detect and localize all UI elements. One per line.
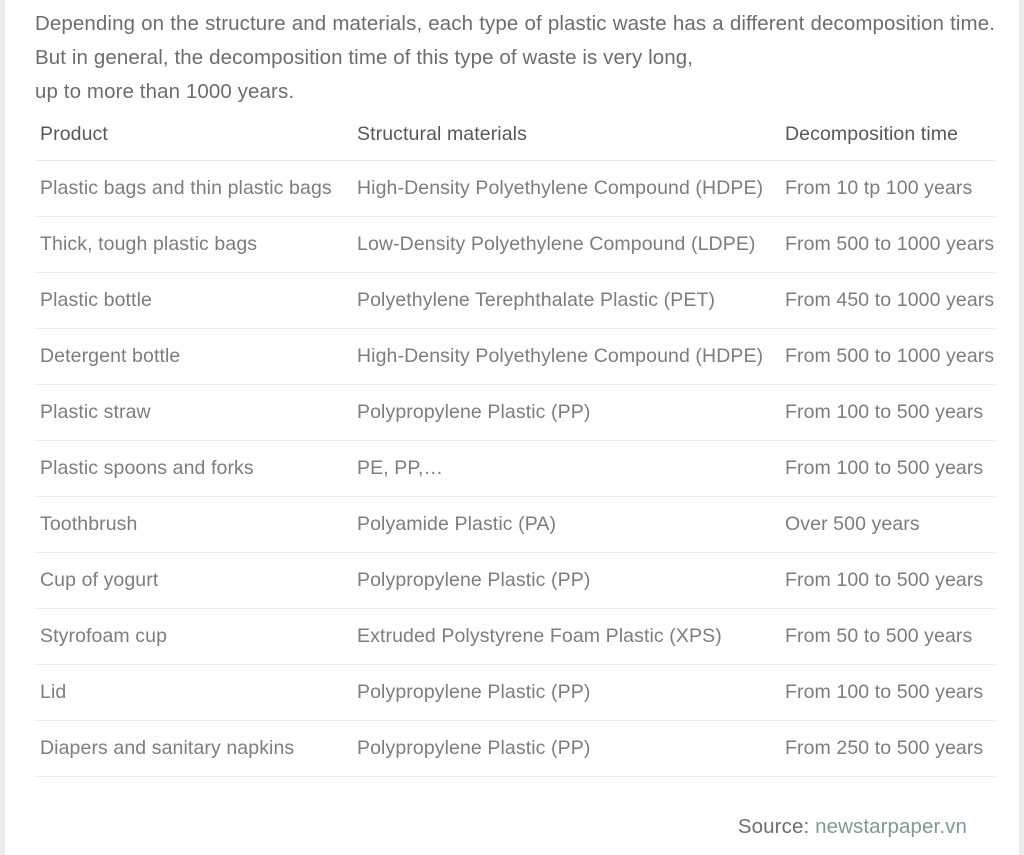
- cell-product: Plastic bags and thin plastic bags: [35, 160, 352, 217]
- cell-decomposition-time: From 500 to 1000 years: [780, 328, 995, 385]
- cell-decomposition-time: From 100 to 500 years: [780, 664, 995, 721]
- cell-product: Thick, tough plastic bags: [35, 216, 352, 273]
- decomposition-table: Product Structural materials Decompositi…: [35, 123, 995, 777]
- column-header-time: Decomposition time: [780, 123, 995, 161]
- table-row: Thick, tough plastic bags Low-Density Pol…: [35, 216, 995, 273]
- article-content: Depending on the structure and materials…: [35, 0, 995, 839]
- cell-decomposition-time: From 450 to 1000 years: [780, 272, 995, 329]
- cell-product: Toothbrush: [35, 496, 352, 553]
- table-head: Product Structural materials Decompositi…: [35, 123, 995, 161]
- table-row: Diapers and sanitary napkins Polypropylen…: [35, 720, 995, 777]
- cell-materials: Polypropylene Plastic (PP): [352, 552, 780, 609]
- table-row: Detergent bottle High-Density Polyethylen…: [35, 328, 995, 385]
- cell-materials: Polypropylene Plastic (PP): [352, 384, 780, 441]
- cell-decomposition-time: From 50 to 500 years: [780, 608, 995, 665]
- source-line: Source: newstarpaper.vn: [35, 777, 995, 839]
- table-row: Lid Polypropylene Plastic (PP) From 100 to…: [35, 664, 995, 721]
- column-header-materials: Structural materials: [352, 123, 780, 161]
- cell-product: Plastic straw: [35, 384, 352, 441]
- cell-decomposition-time: From 10 tp 100 years: [780, 160, 995, 217]
- cell-product: Cup of yogurt: [35, 552, 352, 609]
- cell-materials: PE, PP,…: [352, 440, 780, 497]
- table-row: Plastic bags and thin plastic bags High-D…: [35, 160, 995, 217]
- table-row: Plastic spoons and forks PE, PP,… From 100…: [35, 440, 995, 497]
- cell-decomposition-time: From 100 to 500 years: [780, 552, 995, 609]
- cell-materials: High-Density Polyethylene Compound (HDPE…: [352, 328, 780, 385]
- cell-product: Lid: [35, 664, 352, 721]
- cell-product: Diapers and sanitary napkins: [35, 720, 352, 777]
- cell-materials: Extruded Polystyrene Foam Plastic (XPS): [352, 608, 780, 665]
- intro-text: Depending on the structure and materials…: [35, 12, 995, 69]
- source-label: Source:: [737, 815, 810, 838]
- cell-decomposition-time: From 100 to 500 years: [780, 384, 995, 441]
- table-body: Plastic bags and thin plastic bags High-D…: [35, 160, 995, 777]
- cell-product: Detergent bottle: [35, 328, 352, 385]
- source-link[interactable]: newstarpaper.vn: [815, 815, 967, 838]
- cell-product: Styrofoam cup: [35, 608, 352, 665]
- cell-decomposition-time: Over 500 years: [780, 496, 995, 553]
- table-row: Styrofoam cup Extruded Polystyrene Foam P…: [35, 608, 995, 665]
- cell-product: Plastic bottle: [35, 272, 352, 329]
- table-row: Cup of yogurt Polypropylene Plastic (PP) F…: [35, 552, 995, 609]
- column-header-product: Product: [35, 123, 352, 161]
- cell-materials: Polypropylene Plastic (PP): [352, 720, 780, 777]
- table-row: Plastic bottle Polyethylene Terephthalate…: [35, 272, 995, 329]
- cell-decomposition-time: From 250 to 500 years: [780, 720, 995, 777]
- table-row: Plastic straw Polypropylene Plastic (PP) F…: [35, 384, 995, 441]
- cell-decomposition-time: From 500 to 1000 years: [780, 216, 995, 273]
- cell-product: Plastic spoons and forks: [35, 440, 352, 497]
- cell-materials: Low-Density Polyethylene Compound (LDPE): [352, 216, 780, 273]
- article-card: Depending on the structure and materials…: [5, 0, 1019, 855]
- cell-materials: High-Density Polyethylene Compound (HDPE…: [352, 160, 780, 217]
- cell-decomposition-time: From 100 to 500 years: [780, 440, 995, 497]
- cell-materials: Polyamide Plastic (PA): [352, 496, 780, 553]
- cell-materials: Polypropylene Plastic (PP): [352, 664, 780, 721]
- table-header-row: Product Structural materials Decompositi…: [35, 123, 995, 161]
- intro-last-line: up to more than 1000 years.: [35, 80, 295, 103]
- table-row: Toothbrush Polyamide Plastic (PA) Over 500…: [35, 496, 995, 553]
- intro-paragraph: Depending on the structure and materials…: [35, 0, 995, 109]
- cell-materials: Polyethylene Terephthalate Plastic (PET): [352, 272, 780, 329]
